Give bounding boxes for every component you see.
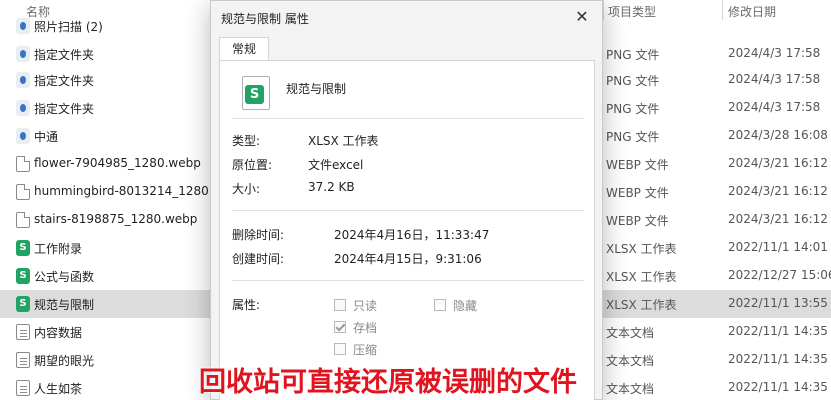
file-type: XLSX 工作表 (606, 298, 677, 312)
file-name-field[interactable]: 规范与限制 (282, 78, 584, 106)
file-name: 人生如茶 (34, 382, 83, 396)
file-name: flower-7904985_1280.webp (34, 156, 201, 170)
compress-checkbox[interactable] (334, 343, 346, 355)
shortcut-icon (16, 72, 30, 88)
file-name: 工作附录 (34, 242, 83, 256)
location-value: 文件excel (308, 158, 364, 172)
text-file-icon (16, 380, 30, 396)
archive-label: 存档 (353, 321, 378, 335)
file-date: 2022/11/1 13:55 (728, 296, 828, 310)
spreadsheet-icon: S (16, 268, 30, 284)
type-label: 类型: (232, 134, 261, 148)
general-panel: S 规范与限制 类型: XLSX 工作表 原位置: 文件excel 大小: 37… (219, 60, 595, 400)
file-type: 文本文档 (606, 354, 655, 368)
readonly-label: 只读 (353, 299, 378, 313)
file-date: 2022/11/1 14:35 (728, 324, 828, 338)
properties-dialog: 规范与限制 属性 ✕ 常规 S 规范与限制 类型: XLSX 工作表 原位置: … (210, 0, 603, 400)
size-value: 37.2 KB (308, 180, 355, 194)
compress-label: 压缩 (353, 343, 378, 357)
file-type: PNG 文件 (606, 48, 660, 62)
file-type: XLSX 工作表 (606, 242, 677, 256)
file-name: 公式与函数 (34, 270, 95, 284)
file-date: 2024/4/3 17:58 (728, 72, 821, 86)
file-name: 期望的眼光 (34, 354, 95, 368)
file-icon (16, 156, 30, 172)
size-label: 大小: (232, 182, 261, 196)
hidden-label: 隐藏 (453, 299, 478, 313)
file-date: 2024/3/21 16:12 (728, 156, 828, 170)
deleted-time-label: 删除时间: (232, 228, 285, 242)
file-type: PNG 文件 (606, 130, 660, 144)
created-time-value: 2024年4月15日，9:31:06 (334, 252, 482, 266)
tab-general[interactable]: 常规 (219, 37, 269, 61)
shortcut-icon (16, 100, 30, 116)
file-icon (16, 184, 30, 200)
spreadsheet-icon: S (242, 76, 270, 110)
file-icon (16, 212, 30, 228)
readonly-checkbox[interactable] (334, 299, 346, 311)
divider (232, 118, 584, 119)
file-date: 2024/4/3 17:58 (728, 46, 821, 60)
file-name: 照片扫描 (2) (34, 20, 103, 34)
file-date: 2024/3/21 16:12 (728, 184, 828, 198)
text-file-icon (16, 324, 30, 340)
file-type: WEBP 文件 (606, 186, 669, 200)
file-name: 内容数据 (34, 326, 83, 340)
file-date: 2024/3/28 16:08 (728, 128, 828, 142)
file-date: 2022/12/27 15:06 (728, 268, 831, 282)
file-date: 2024/3/21 16:12 (728, 212, 828, 226)
file-type: PNG 文件 (606, 102, 660, 116)
shortcut-icon (16, 18, 30, 34)
video-caption: 回收站可直接还原被误删的文件 (199, 367, 577, 398)
text-file-icon (16, 352, 30, 368)
shortcut-icon (16, 128, 30, 144)
file-type: 文本文档 (606, 382, 655, 396)
file-name: 中通 (34, 130, 59, 144)
attributes-label: 属性: (232, 298, 261, 312)
file-name: 指定文件夹 (34, 74, 95, 88)
dialog-title: 规范与限制 属性 (221, 12, 309, 26)
location-label: 原位置: (232, 158, 273, 172)
file-type: XLSX 工作表 (606, 270, 677, 284)
file-name: 规范与限制 (34, 298, 95, 312)
type-value: XLSX 工作表 (308, 134, 379, 148)
file-date: 2022/11/1 14:35 (728, 380, 828, 394)
file-name: stairs-8198875_1280.webp (34, 212, 198, 226)
created-time-label: 创建时间: (232, 252, 285, 266)
file-type: WEBP 文件 (606, 214, 669, 228)
divider (232, 280, 584, 281)
file-type: PNG 文件 (606, 74, 660, 88)
hidden-checkbox[interactable] (434, 299, 446, 311)
shortcut-icon (16, 46, 30, 62)
file-name: 指定文件夹 (34, 48, 95, 62)
archive-checkbox[interactable] (334, 321, 346, 333)
file-date: 2022/11/1 14:01 (728, 240, 828, 254)
spreadsheet-icon: S (16, 240, 30, 256)
deleted-time-value: 2024年4月16日，11:33:47 (334, 228, 490, 242)
file-type: 文本文档 (606, 326, 655, 340)
divider (232, 210, 584, 211)
spreadsheet-icon: S (16, 296, 30, 312)
file-date: 2024/4/3 17:58 (728, 100, 821, 114)
file-name: 指定文件夹 (34, 102, 95, 116)
close-button[interactable]: ✕ (570, 5, 594, 29)
file-type: WEBP 文件 (606, 158, 669, 172)
file-date: 2022/11/1 14:35 (728, 352, 828, 366)
